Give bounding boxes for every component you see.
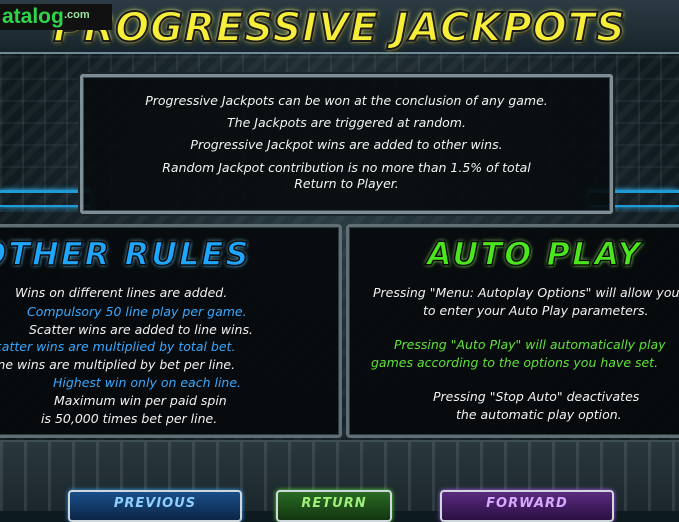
watermark-text: atalog	[2, 5, 64, 28]
rule-line: Highest win only on each line.	[53, 375, 242, 390]
jackpot-info-line: Random Jackpot contribution is no more t…	[162, 160, 531, 175]
jackpot-info-line: The Jackpots are triggered at random.	[227, 115, 466, 130]
jackpot-info-line: Return to Player.	[294, 176, 399, 191]
jackpot-info-line: Progressive Jackpots can be won at the c…	[145, 93, 548, 108]
rule-line: Compulsory 50 line play per game.	[27, 304, 247, 319]
auto-play-line: Pressing "Stop Auto" deactivates	[433, 389, 640, 404]
auto-play-line: to enter your Auto Play parameters.	[423, 303, 649, 318]
auto-play-line: Pressing "Menu: Autoplay Options" will a…	[373, 285, 679, 300]
jackpot-info-line: Progressive Jackpot wins are added to ot…	[190, 137, 503, 152]
forward-button[interactable]: FORWARD	[440, 490, 614, 522]
watermark-logo: atalog .com	[0, 4, 112, 30]
rule-line: Scatter wins are multiplied by total bet…	[0, 339, 236, 354]
auto-play-line: Pressing "Auto Play" will automatically …	[394, 337, 666, 352]
rule-line: Scatter wins are added to line wins.	[29, 322, 253, 337]
other-rules-heading: OTHER RULES	[0, 234, 251, 274]
rule-line: is 50,000 times bet per line.	[41, 411, 218, 426]
auto-play-heading: AUTO PLAY	[426, 234, 643, 274]
previous-button[interactable]: PREVIOUS	[68, 490, 242, 522]
jackpot-info-panel: Progressive Jackpots can be won at the c…	[80, 74, 613, 214]
rule-line: Line wins are multiplied by bet per line…	[0, 357, 236, 372]
watermark-suffix: .com	[64, 9, 90, 21]
rule-line: Wins on different lines are added.	[15, 285, 228, 300]
auto-play-line: the automatic play option.	[456, 407, 622, 422]
return-button[interactable]: RETURN	[276, 490, 392, 522]
other-rules-panel: OTHER RULES Wins on different lines are …	[0, 224, 342, 438]
auto-play-panel: AUTO PLAY Pressing "Menu: Autoplay Optio…	[346, 224, 679, 438]
decorative-bar-left	[0, 190, 90, 207]
auto-play-line: games according to the options you have …	[371, 355, 659, 370]
rule-line: Maximum win per paid spin	[54, 393, 227, 408]
